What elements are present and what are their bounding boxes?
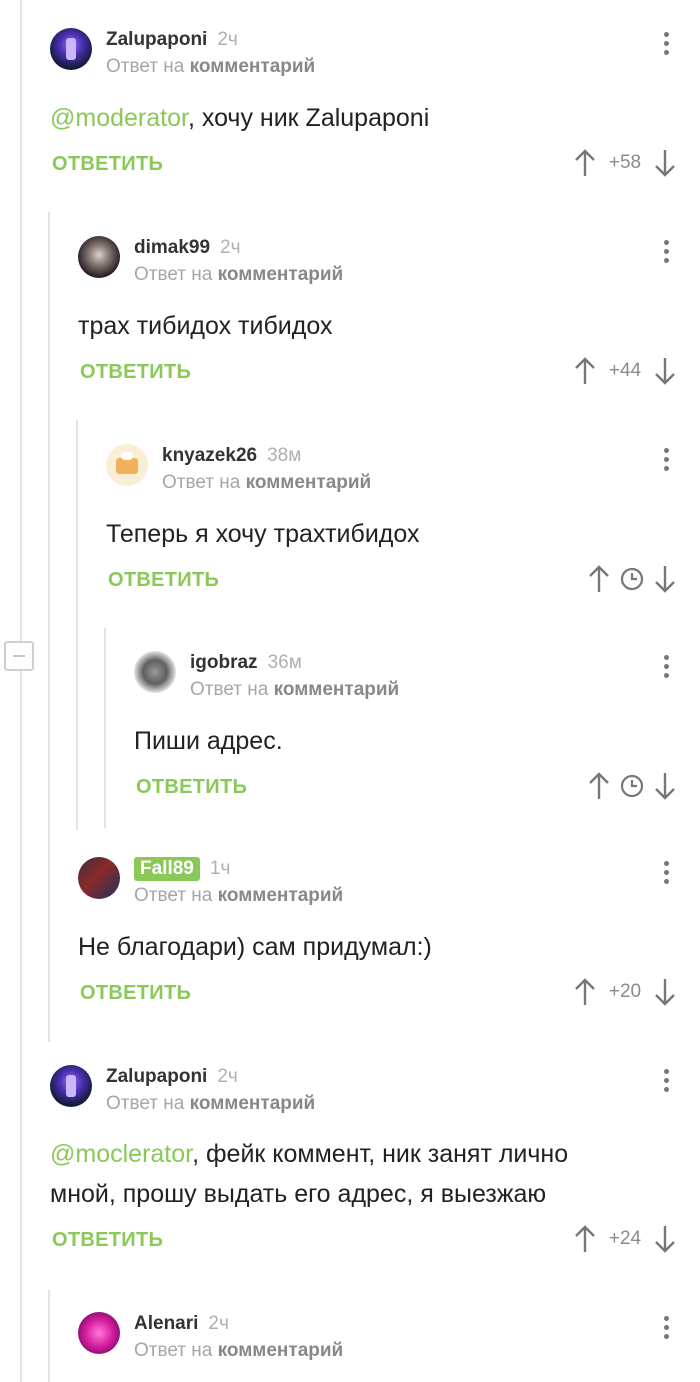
mention-link[interactable]: @moderator bbox=[50, 104, 188, 132]
comment-time: 2ч bbox=[217, 1066, 238, 1087]
comment: igobraz 36м Ответ на комментарий Пиши ад… bbox=[134, 651, 700, 811]
reply-hint: Ответ на комментарий bbox=[134, 885, 344, 906]
more-vertical-icon[interactable] bbox=[662, 1316, 670, 1343]
author-name[interactable]: igobraz bbox=[190, 652, 258, 674]
mention-link[interactable]: @moclerator bbox=[50, 1140, 192, 1168]
comment-text: Не благодари) сам придумал:) bbox=[78, 933, 432, 961]
comment: Zalupaponi 2ч Ответ на комментарий @mode… bbox=[50, 28, 700, 188]
reply-target-link[interactable]: комментарий bbox=[218, 885, 344, 906]
thread-line-level-1 bbox=[48, 212, 50, 1042]
reply-hint: Ответ на комментарий bbox=[134, 264, 344, 285]
rating-score: +58 bbox=[608, 152, 642, 173]
arrow-up-icon[interactable] bbox=[574, 356, 596, 386]
reply-hint: Ответ на комментарий bbox=[134, 1340, 344, 1361]
comment: Zalupaponi 2ч Ответ на комментарий @mocl… bbox=[50, 1065, 700, 1265]
author-name[interactable]: knyazek26 bbox=[162, 445, 257, 467]
comment-text: Пиши адрес. bbox=[134, 727, 283, 755]
comment-text: @moclerator, фейк коммент, ник занят лич… bbox=[50, 1140, 569, 1168]
rating-score: +44 bbox=[608, 360, 642, 381]
more-vertical-icon[interactable] bbox=[662, 861, 670, 888]
arrow-up-icon[interactable] bbox=[588, 771, 610, 801]
avatar[interactable] bbox=[50, 28, 92, 70]
comment-text: трах тибидох тибидох bbox=[78, 312, 333, 340]
arrow-down-icon[interactable] bbox=[654, 564, 676, 594]
comment-text: Теперь я хочу трахтибидох bbox=[106, 520, 420, 548]
author-name[interactable]: dimak99 bbox=[134, 237, 210, 259]
arrow-down-icon[interactable] bbox=[654, 977, 676, 1007]
reply-target-link[interactable]: комментарий bbox=[274, 679, 400, 700]
more-vertical-icon[interactable] bbox=[662, 448, 670, 475]
reply-button[interactable]: ОТВЕТИТЬ bbox=[80, 361, 191, 384]
more-vertical-icon[interactable] bbox=[662, 1069, 670, 1096]
thread-line-level-0 bbox=[20, 0, 22, 1382]
comment-time: 36м bbox=[267, 652, 302, 673]
comment: Fall89 1ч Ответ на комментарий Не благод… bbox=[78, 857, 700, 1017]
reply-target-link[interactable]: комментарий bbox=[246, 472, 372, 493]
comment-time: 2ч bbox=[208, 1313, 229, 1334]
comment-time: 38м bbox=[267, 445, 302, 466]
arrow-up-icon[interactable] bbox=[574, 977, 596, 1007]
comment: dimak99 2ч Ответ на комментарий трах тиб… bbox=[78, 236, 700, 396]
comment: Alenari 2ч Ответ на комментарий bbox=[78, 1312, 700, 1382]
clock-icon bbox=[620, 774, 644, 798]
rating-score: +20 bbox=[608, 981, 642, 1002]
author-name[interactable]: Zalupaponi bbox=[106, 1066, 207, 1088]
arrow-down-icon[interactable] bbox=[654, 771, 676, 801]
clock-icon bbox=[620, 567, 644, 591]
reply-target-link[interactable]: комментарий bbox=[218, 1340, 344, 1361]
reply-button[interactable]: ОТВЕТИТЬ bbox=[52, 1229, 163, 1252]
author-name[interactable]: Alenari bbox=[134, 1313, 198, 1335]
arrow-up-icon[interactable] bbox=[574, 1224, 596, 1254]
avatar[interactable] bbox=[78, 857, 120, 899]
thread-line-level-1b bbox=[48, 1290, 50, 1382]
avatar[interactable] bbox=[106, 444, 148, 486]
arrow-down-icon[interactable] bbox=[654, 1224, 676, 1254]
comment-text-line-2: мной, прошу выдать его адрес, я выезжаю bbox=[50, 1180, 547, 1208]
author-name[interactable]: Zalupaponi bbox=[106, 29, 207, 51]
thread-line-level-3 bbox=[104, 628, 106, 828]
avatar[interactable] bbox=[50, 1065, 92, 1107]
avatar[interactable] bbox=[134, 651, 176, 693]
reply-hint: Ответ на комментарий bbox=[106, 56, 316, 77]
reply-hint: Ответ на комментарий bbox=[162, 472, 372, 493]
arrow-down-icon[interactable] bbox=[654, 356, 676, 386]
avatar[interactable] bbox=[78, 236, 120, 278]
arrow-up-icon[interactable] bbox=[574, 148, 596, 178]
reply-button[interactable]: ОТВЕТИТЬ bbox=[80, 982, 191, 1005]
thread-line-level-2 bbox=[76, 420, 78, 830]
comment-time: 1ч bbox=[209, 858, 231, 879]
comment: knyazek26 38м Ответ на комментарий Тепер… bbox=[106, 444, 700, 604]
more-vertical-icon[interactable] bbox=[662, 655, 670, 682]
reply-button[interactable]: ОТВЕТИТЬ bbox=[136, 776, 247, 799]
comment-time: 2ч bbox=[220, 237, 241, 258]
author-name[interactable]: Fall89 bbox=[134, 857, 200, 881]
reply-target-link[interactable]: комментарий bbox=[190, 56, 316, 77]
arrow-up-icon[interactable] bbox=[588, 564, 610, 594]
reply-target-link[interactable]: комментарий bbox=[190, 1093, 316, 1114]
reply-button[interactable]: ОТВЕТИТЬ bbox=[108, 569, 219, 592]
comment-text: @moderator, хочу ник Zalupaponi bbox=[50, 104, 430, 132]
more-vertical-icon[interactable] bbox=[662, 32, 670, 59]
reply-button[interactable]: ОТВЕТИТЬ bbox=[52, 153, 163, 176]
comment-time: 2ч bbox=[217, 29, 238, 50]
reply-hint: Ответ на комментарий bbox=[106, 1093, 316, 1114]
arrow-down-icon[interactable] bbox=[654, 148, 676, 178]
more-vertical-icon[interactable] bbox=[662, 240, 670, 267]
reply-target-link[interactable]: комментарий bbox=[218, 264, 344, 285]
reply-hint: Ответ на комментарий bbox=[190, 679, 400, 700]
avatar[interactable] bbox=[78, 1312, 120, 1354]
rating-score: +24 bbox=[608, 1228, 642, 1249]
collapse-thread-button[interactable] bbox=[4, 641, 34, 671]
